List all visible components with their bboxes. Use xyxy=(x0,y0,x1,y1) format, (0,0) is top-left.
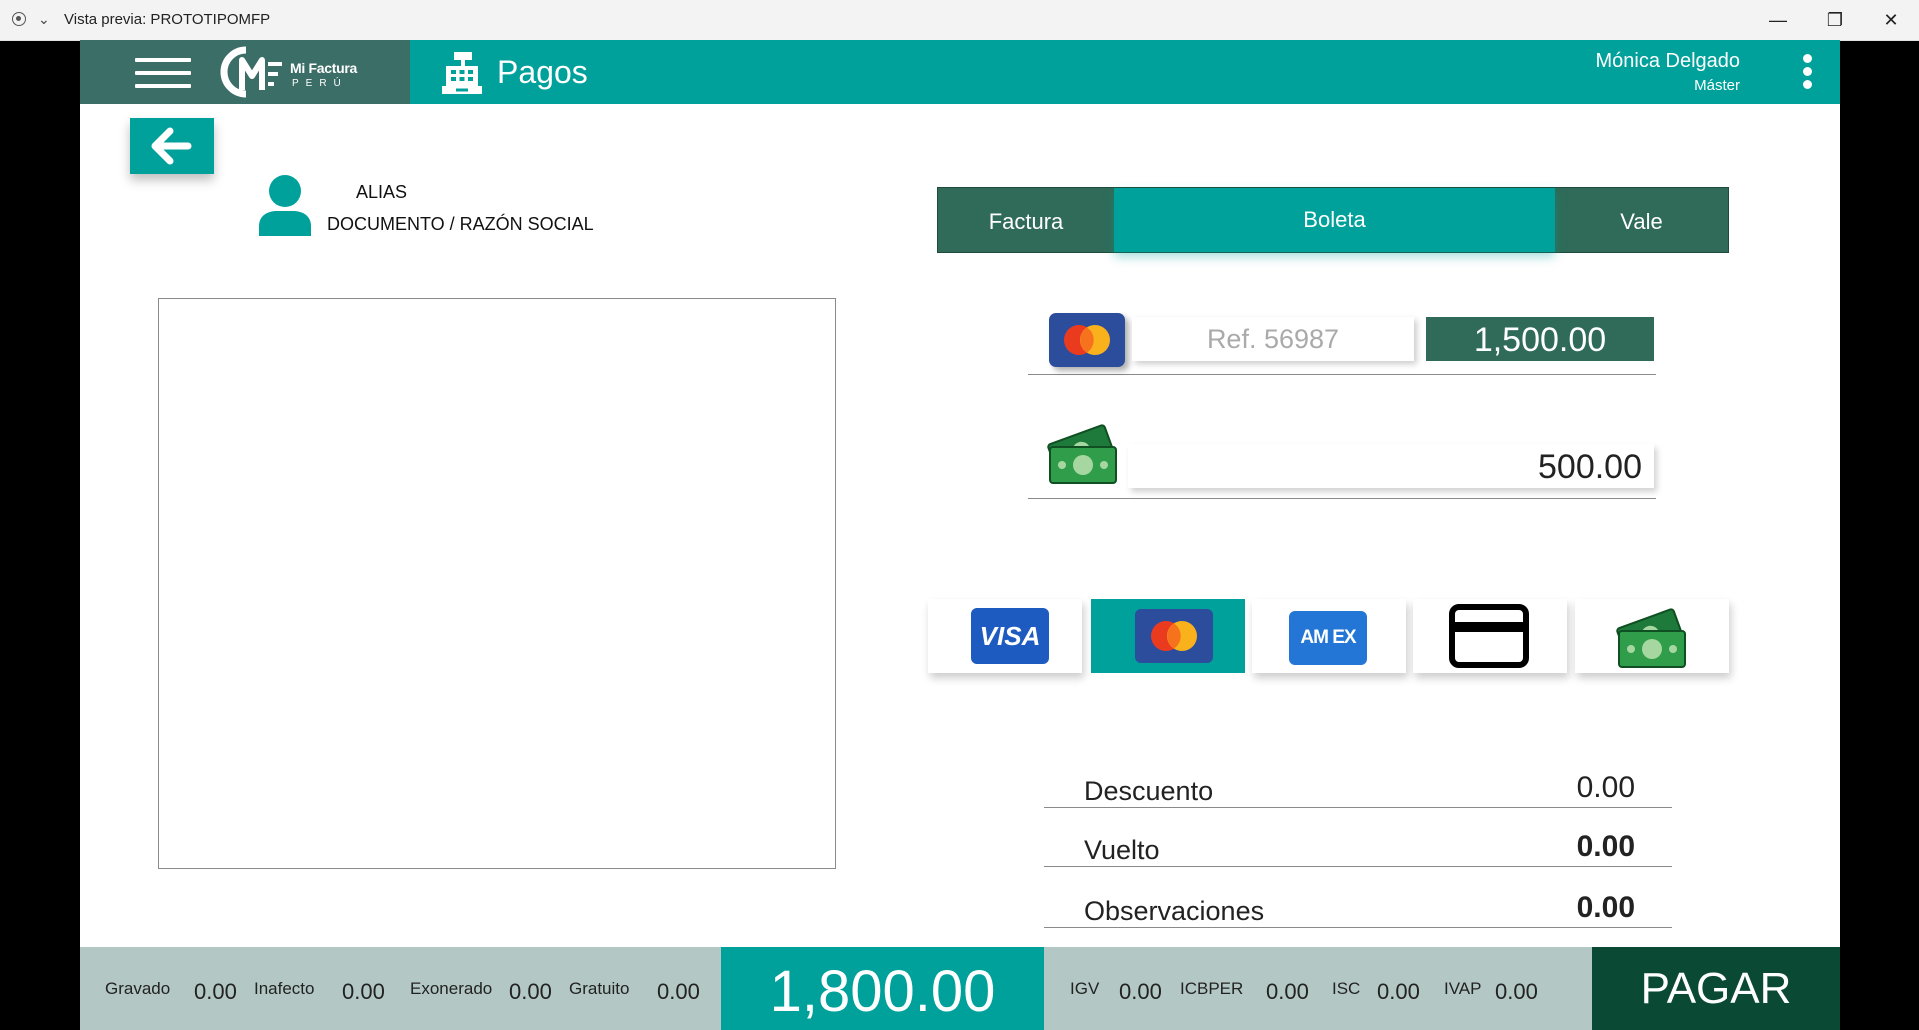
document-type-tabs: Factura Boleta Vale xyxy=(937,187,1729,253)
page-title: Pagos xyxy=(497,54,588,90)
method-amex[interactable]: AM EX xyxy=(1252,599,1406,673)
payment-amount-input[interactable]: 1,500.00 xyxy=(1426,317,1654,361)
isc-value: 0.00 xyxy=(1377,979,1420,1004)
mastercard-icon xyxy=(1049,313,1125,367)
cash-icon xyxy=(1047,424,1117,484)
igv-value: 0.00 xyxy=(1119,979,1162,1004)
brand-country: PERÚ xyxy=(292,78,348,89)
igv-label: IGV xyxy=(1070,979,1100,998)
summary-value[interactable]: 0.00 xyxy=(1577,771,1635,805)
customer-document[interactable]: DOCUMENTO / RAZÓN SOCIAL xyxy=(327,214,594,235)
method-card[interactable] xyxy=(1413,599,1567,673)
brand-name: Mi Factura xyxy=(290,60,358,76)
total-amount: 1,800.00 xyxy=(721,947,1044,1030)
restore-button[interactable]: ❐ xyxy=(1815,6,1855,34)
inafecto-value: 0.00 xyxy=(342,979,385,1004)
gravado-value: 0.00 xyxy=(194,979,237,1004)
ivap-label: IVAP xyxy=(1444,979,1482,998)
window-titlebar: ⌄ Vista previa: PROTOTIPOMFP — ❐ ✕ xyxy=(0,0,1919,41)
cash-register-icon xyxy=(442,52,482,94)
gratuito-value: 0.00 xyxy=(657,979,700,1004)
summary-row-descuento: Descuento 0.00 xyxy=(1044,755,1672,808)
summary-label: Descuento xyxy=(1084,776,1214,806)
brand-area: Mi Factura PERÚ xyxy=(80,40,410,104)
window-title: Vista previa: PROTOTIPOMFP xyxy=(64,11,271,28)
tab-boleta[interactable]: Boleta xyxy=(1114,188,1555,252)
gratuito-label: Gratuito xyxy=(569,979,630,998)
exonerado-label: Exonerado xyxy=(410,979,493,998)
exonerado-value: 0.00 xyxy=(509,979,552,1004)
customer-alias[interactable]: ALIAS xyxy=(356,182,407,203)
tab-factura[interactable]: Factura xyxy=(938,188,1114,252)
payment-row: Ref. 56987 1,500.00 xyxy=(1028,308,1656,375)
logo-mark-icon xyxy=(220,46,282,98)
summary-value[interactable]: 0.00 xyxy=(1577,891,1635,925)
close-button[interactable]: ✕ xyxy=(1871,6,1911,34)
app-window: Mi Factura PERÚ Pagos Mónica Delgado Más… xyxy=(80,40,1840,1030)
summary-label: Observaciones xyxy=(1084,896,1265,926)
method-visa[interactable]: VISA xyxy=(928,599,1082,673)
app-header: Mi Factura PERÚ Pagos Mónica Delgado Más… xyxy=(80,40,1840,104)
amex-icon: AM EX xyxy=(1289,611,1367,665)
isc-label: ISC xyxy=(1332,979,1361,998)
summary-label: Vuelto xyxy=(1084,835,1160,865)
mastercard-icon xyxy=(1135,609,1213,663)
summary-value: 0.00 xyxy=(1576,830,1635,863)
method-mastercard[interactable] xyxy=(1091,599,1245,673)
totals-footer: Gravado 0.00 Inafecto 0.00 Exonerado 0.0… xyxy=(80,947,1840,1030)
cash-icon xyxy=(1616,608,1686,668)
minimize-button[interactable]: — xyxy=(1758,6,1798,34)
icbper-label: ICBPER xyxy=(1180,979,1244,998)
chevron-down-icon[interactable]: ⌄ xyxy=(38,11,50,28)
summary-row-observaciones: Observaciones 0.00 xyxy=(1044,875,1672,928)
summary-row-vuelto: Vuelto 0.00 xyxy=(1044,814,1672,867)
inafecto-label: Inafecto xyxy=(254,979,315,998)
user-name: Mónica Delgado xyxy=(1595,50,1740,72)
gravado-label: Gravado xyxy=(105,979,171,998)
payment-amount-input[interactable]: 500.00 xyxy=(1128,444,1654,488)
brand-logo: Mi Factura PERÚ xyxy=(220,46,400,98)
user-role: Máster xyxy=(1694,77,1740,94)
items-panel xyxy=(158,298,836,869)
back-button[interactable] xyxy=(130,118,214,174)
menu-icon[interactable] xyxy=(135,58,191,88)
reference-input[interactable]: Ref. 56987 xyxy=(1132,317,1414,361)
person-icon xyxy=(259,175,311,236)
payment-row: 500.00 xyxy=(1028,414,1656,499)
method-cash[interactable] xyxy=(1575,599,1729,673)
tab-vale[interactable]: Vale xyxy=(1555,188,1728,252)
record-icon[interactable] xyxy=(12,12,26,26)
arrow-left-icon xyxy=(151,127,192,165)
more-options-icon[interactable] xyxy=(1801,54,1813,94)
ivap-value: 0.00 xyxy=(1495,979,1538,1004)
credit-card-icon xyxy=(1449,604,1529,668)
icbper-value: 0.00 xyxy=(1266,979,1309,1004)
pay-button[interactable]: PAGAR xyxy=(1592,947,1840,1030)
visa-icon: VISA xyxy=(971,608,1049,664)
